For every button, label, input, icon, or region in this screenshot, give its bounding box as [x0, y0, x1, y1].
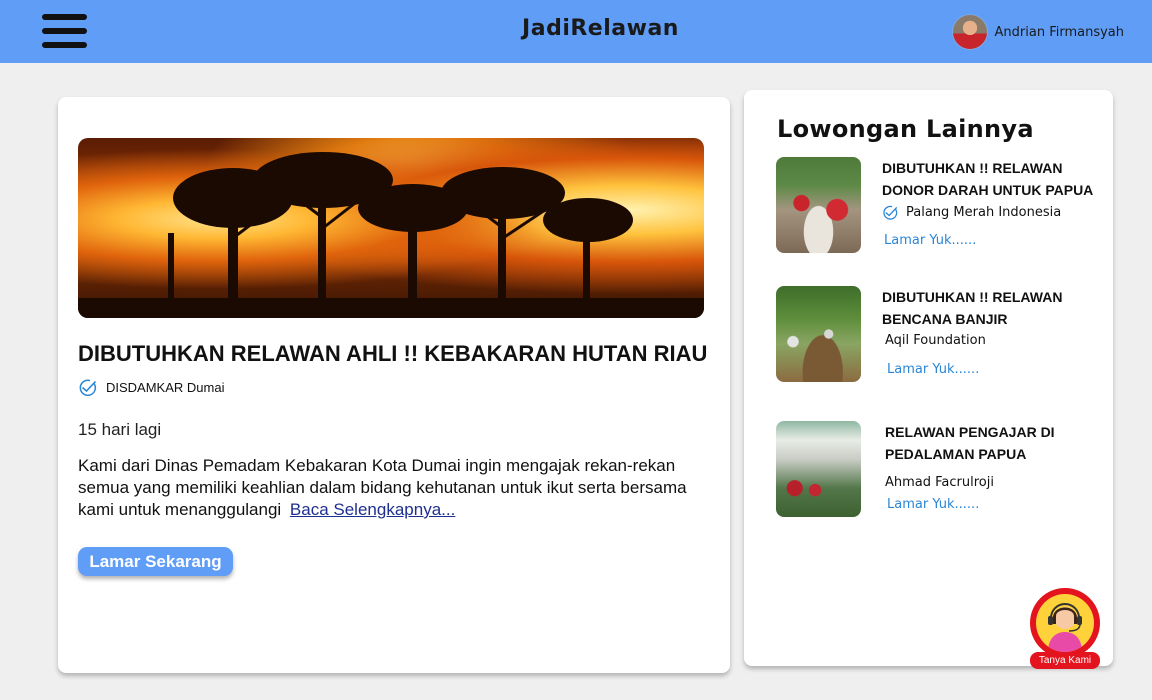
- customer-service-icon: [1036, 594, 1094, 652]
- organization-row: DISDAMKAR Dumai: [78, 379, 224, 396]
- user-profile[interactable]: Andrian Firmansyah: [951, 14, 1124, 50]
- job-item-title[interactable]: DIBUTUHKAN !! RELAWAN BENCANA BANJIR: [882, 286, 1110, 330]
- apply-link[interactable]: Lamar Yuk......: [884, 233, 976, 248]
- list-item[interactable]: RELAWAN PENGAJAR DI PEDALAMAN PAPUA Ahma…: [776, 421, 1106, 521]
- top-navbar: JadiRelawan Andrian Firmansyah: [0, 0, 1152, 63]
- verified-check-icon: [79, 379, 97, 396]
- help-chat-button[interactable]: Tanya Kami: [1030, 588, 1102, 672]
- apply-link[interactable]: Lamar Yuk......: [887, 497, 979, 512]
- other-jobs-panel: Lowongan Lainnya DIBUTUHKAN !! RELAWAN D…: [744, 90, 1113, 666]
- job-description: Kami dari Dinas Pemadam Kebakaran Kota D…: [78, 455, 708, 521]
- apply-now-button[interactable]: Lamar Sekarang: [78, 547, 233, 576]
- apply-link[interactable]: Lamar Yuk......: [887, 362, 979, 377]
- read-more-link[interactable]: Baca Selengkapnya...: [290, 500, 455, 519]
- organization-name: Ahmad Facrulroji: [885, 475, 994, 490]
- job-thumbnail[interactable]: [776, 157, 861, 253]
- list-item[interactable]: DIBUTUHKAN !! RELAWAN DONOR DARAH UNTUK …: [776, 157, 1106, 257]
- job-item-organization: Palang Merah Indonesia: [882, 205, 1061, 220]
- help-chat-circle[interactable]: [1030, 588, 1100, 658]
- job-title: DIBUTUHKAN RELAWAN AHLI !! KEBAKARAN HUT…: [78, 341, 708, 366]
- tree-silhouettes: [78, 152, 704, 318]
- main-job-card: DIBUTUHKAN RELAWAN AHLI !! KEBAKARAN HUT…: [58, 97, 730, 673]
- job-item-organization: Aqil Foundation: [885, 333, 986, 348]
- job-item-title[interactable]: RELAWAN PENGAJAR DI PEDALAMAN PAPUA: [885, 421, 1113, 465]
- job-item-title[interactable]: DIBUTUHKAN !! RELAWAN DONOR DARAH UNTUK …: [882, 157, 1110, 201]
- user-name: Andrian Firmansyah: [994, 24, 1124, 40]
- avatar[interactable]: [951, 14, 988, 50]
- organization-name: Palang Merah Indonesia: [906, 205, 1062, 220]
- verified-check-icon: [883, 205, 898, 220]
- forest-fire-image: [78, 138, 704, 318]
- deadline-text: 15 hari lagi: [78, 420, 162, 439]
- organization-name: Aqil Foundation: [885, 333, 986, 348]
- list-item[interactable]: DIBUTUHKAN !! RELAWAN BENCANA BANJIR Aqi…: [776, 286, 1106, 386]
- job-thumbnail[interactable]: [776, 421, 861, 517]
- job-item-organization: Ahmad Facrulroji: [885, 475, 994, 490]
- sidebar-title: Lowongan Lainnya: [777, 115, 1034, 143]
- help-chat-label[interactable]: Tanya Kami: [1030, 652, 1100, 669]
- organization-name[interactable]: DISDAMKAR Dumai: [106, 380, 224, 395]
- job-thumbnail[interactable]: [776, 286, 861, 382]
